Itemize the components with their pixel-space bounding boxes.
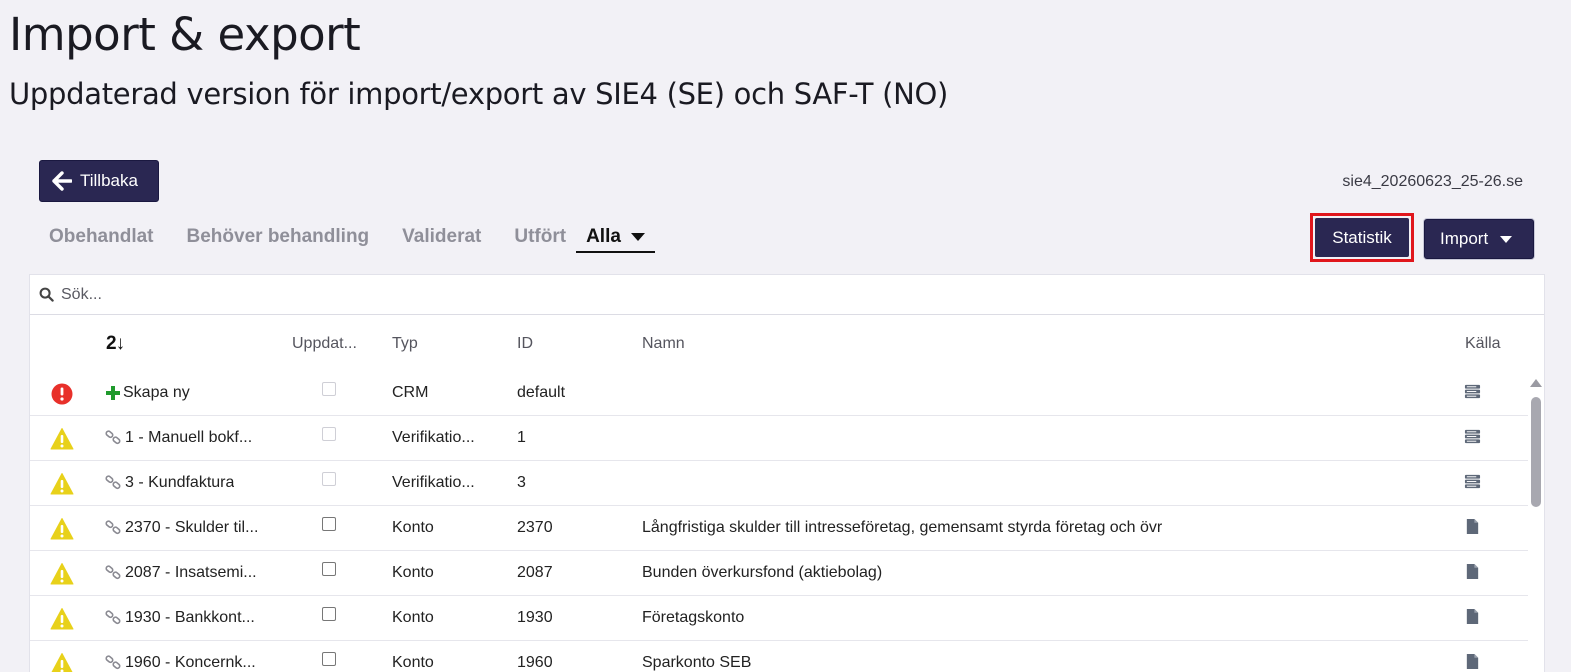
- link-icon: [105, 475, 121, 490]
- statistics-button[interactable]: Statistik: [1315, 218, 1409, 257]
- row-id: 1: [517, 429, 526, 446]
- update-checkbox[interactable]: [322, 472, 336, 486]
- file-icon: [1466, 563, 1479, 580]
- row-name[interactable]: 3 - Kundfaktura: [105, 474, 234, 492]
- import-dropdown-button[interactable]: Import: [1424, 219, 1534, 259]
- link-icon: [105, 520, 121, 535]
- filter-tabs: Obehandlat Behöver behandling Validerat …: [49, 226, 688, 253]
- tab-behover-behandling[interactable]: Behöver behandling: [187, 226, 370, 253]
- server-icon: [1464, 429, 1481, 444]
- row-name[interactable]: 1960 - Koncernk...: [105, 654, 256, 672]
- row-id: 2370: [517, 519, 553, 536]
- server-icon: [1464, 474, 1481, 489]
- row-name[interactable]: 2087 - Insatsemi...: [105, 564, 257, 582]
- table-header: 2↓ Uppdat... Typ ID Namn Källa: [30, 331, 1528, 371]
- row-id: 1960: [517, 654, 553, 671]
- server-icon: [1464, 384, 1481, 399]
- row-type: Konto: [392, 519, 434, 536]
- back-button[interactable]: Tillbaka: [39, 160, 159, 202]
- statistics-button-highlight: Statistik: [1310, 213, 1414, 262]
- tab-alla-label: Alla: [586, 226, 621, 247]
- column-header-name[interactable]: Namn: [642, 335, 685, 353]
- link-icon: [105, 565, 121, 580]
- link-icon: [105, 430, 121, 445]
- link-icon: [105, 655, 121, 670]
- row-id: default: [517, 384, 566, 401]
- link-icon: [105, 610, 121, 625]
- row-description: Företagskonto: [642, 609, 745, 626]
- plus-icon: [106, 386, 120, 400]
- table-row[interactable]: 2370 - Skulder til... Konto 2370 Långfri…: [30, 506, 1528, 551]
- import-button-label: Import: [1440, 229, 1489, 248]
- update-checkbox[interactable]: [322, 517, 336, 531]
- file-name: sie4_20260623_25-26.se: [1342, 173, 1523, 190]
- update-checkbox[interactable]: [322, 607, 336, 621]
- arrow-left-icon: [52, 171, 72, 191]
- column-header-source[interactable]: Källa: [1465, 335, 1501, 353]
- warning-triangle-icon: [50, 608, 74, 630]
- search-input[interactable]: [61, 285, 461, 304]
- table-row[interactable]: Skapa ny CRM default: [30, 371, 1528, 416]
- warning-triangle-icon: [51, 653, 73, 672]
- tab-validerat[interactable]: Validerat: [402, 226, 481, 253]
- row-name[interactable]: 1 - Manuell bokf...: [105, 429, 252, 447]
- row-name[interactable]: Skapa ny: [105, 384, 190, 402]
- page-subtitle: Uppdaterad version för import/export av …: [9, 77, 949, 111]
- tab-obehandlat[interactable]: Obehandlat: [49, 226, 154, 253]
- row-id: 3: [517, 474, 526, 491]
- update-checkbox[interactable]: [322, 382, 336, 396]
- tab-utfort[interactable]: Utfört: [514, 226, 566, 253]
- column-header-id[interactable]: ID: [517, 335, 533, 353]
- row-type: Konto: [392, 654, 434, 671]
- warning-triangle-icon: [50, 518, 74, 540]
- scrollbar-thumb[interactable]: [1531, 397, 1541, 507]
- caret-down-icon: [1500, 235, 1513, 243]
- table-row[interactable]: 3 - Kundfaktura Verifikatio... 3: [30, 461, 1528, 506]
- table-row[interactable]: 1930 - Bankkont... Konto 1930 Företagsko…: [30, 596, 1528, 641]
- table-scrollbar[interactable]: [1530, 379, 1542, 672]
- search-bar: [30, 275, 1544, 315]
- row-name[interactable]: 2370 - Skulder til...: [105, 519, 258, 537]
- records-panel: 2↓ Uppdat... Typ ID Namn Källa Skapa ny …: [29, 274, 1545, 672]
- page-title: Import & export: [9, 8, 361, 61]
- row-type: Konto: [392, 564, 434, 581]
- file-icon: [1466, 608, 1479, 625]
- scroll-up-arrow-icon[interactable]: [1530, 379, 1542, 387]
- warning-triangle-icon: [50, 473, 74, 495]
- row-type: CRM: [392, 384, 429, 401]
- caret-down-icon: [630, 233, 645, 241]
- row-description: Bunden överkursfond (aktiebolag): [642, 564, 883, 581]
- table-row[interactable]: 2087 - Insatsemi... Konto 2087 Bunden öv…: [30, 551, 1528, 596]
- file-icon: [1466, 518, 1479, 535]
- row-id: 2087: [517, 564, 553, 581]
- update-checkbox[interactable]: [322, 562, 336, 576]
- table-body: Skapa ny CRM default 1 - Manuell bokf...…: [30, 371, 1528, 672]
- tab-alla-dropdown[interactable]: Alla: [576, 226, 655, 253]
- search-icon: [39, 287, 54, 302]
- warning-triangle-icon: [50, 428, 74, 450]
- back-button-label: Tillbaka: [80, 171, 138, 190]
- table-row[interactable]: 1960 - Koncernk... Konto 1960 Sparkonto …: [30, 641, 1528, 672]
- row-type: Verifikatio...: [392, 474, 475, 491]
- warning-triangle-icon: [50, 563, 74, 585]
- update-checkbox[interactable]: [322, 427, 336, 441]
- row-description: Sparkonto SEB: [642, 654, 752, 671]
- row-type: Verifikatio...: [392, 429, 475, 446]
- table-row[interactable]: 1 - Manuell bokf... Verifikatio... 1: [30, 416, 1528, 461]
- column-header-type[interactable]: Typ: [392, 335, 418, 353]
- column-header-updated[interactable]: Uppdat...: [292, 335, 357, 353]
- file-icon: [1466, 653, 1479, 670]
- row-id: 1930: [517, 609, 553, 626]
- row-type: Konto: [392, 609, 434, 626]
- row-description: Långfristiga skulder till intresseföreta…: [642, 519, 1163, 536]
- sort-numeric-icon[interactable]: 2↓: [106, 333, 125, 355]
- row-name[interactable]: 1930 - Bankkont...: [105, 609, 255, 627]
- error-circle-icon: [51, 383, 73, 405]
- update-checkbox[interactable]: [322, 652, 336, 666]
